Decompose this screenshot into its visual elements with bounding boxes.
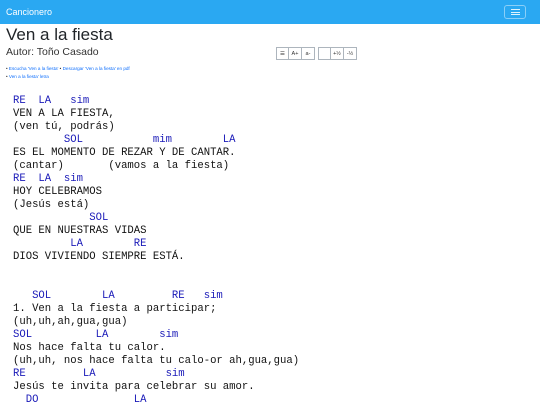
lyric-line: (uh,uh, nos hace falta tu calo-or ah,gua… — [13, 355, 300, 367]
chord-line: LA RE — [13, 238, 147, 250]
song-author: Autor: Toño Casado — [6, 46, 99, 58]
brand-link[interactable]: Cancionero — [6, 7, 52, 17]
lyric-line: VEN A LA FIESTA, — [13, 108, 115, 120]
lyrics-link[interactable]: Ven a la fiesta' letra — [9, 74, 49, 79]
song-body: RE LA sim VEN A LA FIESTA, (ven tú, podrás… — [13, 95, 299, 405]
chord-line: RE LA sim — [13, 368, 185, 380]
hamburger-icon[interactable] — [504, 5, 526, 19]
chord-line: DO LA — [13, 394, 147, 405]
lyric-line: (uh,uh,ah,gua,gua) — [13, 316, 128, 328]
lyric-line: (cantar) (vamos a la fiesta) — [13, 160, 230, 172]
transpose-up-button[interactable]: +½ — [331, 47, 344, 60]
song-toolbar: ☰ A+ a- +½ -½ — [276, 47, 357, 60]
lyric-line: Jesús te invita para celebrar su amor. — [13, 381, 255, 393]
lyric-line: QUE EN NUESTRAS VIDAS — [13, 225, 147, 237]
listen-link[interactable]: Escucha 'Ven a la fiesta' — [9, 66, 59, 71]
song-title: Ven a la fiesta — [6, 25, 113, 44]
lyric-line: Nos hace falta tu calor. — [13, 342, 166, 354]
chord-line: RE LA sim — [13, 173, 83, 185]
transpose-down-button[interactable]: -½ — [344, 47, 357, 60]
font-controls: ☰ A+ a- — [276, 47, 315, 60]
download-pdf-link[interactable]: Descargar 'Ven a la fiesta' en pdf — [63, 66, 130, 71]
lyric-line: (ven tú, podrás) — [13, 121, 115, 133]
chord-line: SOL LA sim — [13, 329, 179, 341]
transpose-controls: +½ -½ — [318, 47, 357, 60]
list-icon[interactable]: ☰ — [276, 47, 289, 60]
font-increase-button[interactable]: A+ — [289, 47, 302, 60]
lyric-line: DIOS VIVIENDO SIEMPRE ESTÁ. — [13, 251, 185, 263]
bullet: • — [6, 66, 8, 71]
lyric-line: 1. Ven a la fiesta a participar; — [13, 303, 217, 315]
bullet: • — [6, 74, 8, 79]
chord-line: SOL LA RE sim — [13, 290, 223, 302]
lyric-line: HOY CELEBRAMOS — [13, 186, 103, 198]
font-decrease-button[interactable]: a- — [302, 47, 315, 60]
lyric-line: ES EL MOMENTO DE REZAR Y DE CANTAR. — [13, 147, 236, 159]
blank-button[interactable] — [318, 47, 331, 60]
chord-line: RE LA sim — [13, 95, 90, 107]
lyric-line: (Jesús está) — [13, 199, 90, 211]
chord-line: SOL mim LA — [13, 134, 236, 146]
chord-line: SOL — [13, 212, 109, 224]
navbar: Cancionero — [0, 0, 540, 24]
song-links: • Escucha 'Ven a la fiesta' • Descargar … — [6, 65, 130, 81]
